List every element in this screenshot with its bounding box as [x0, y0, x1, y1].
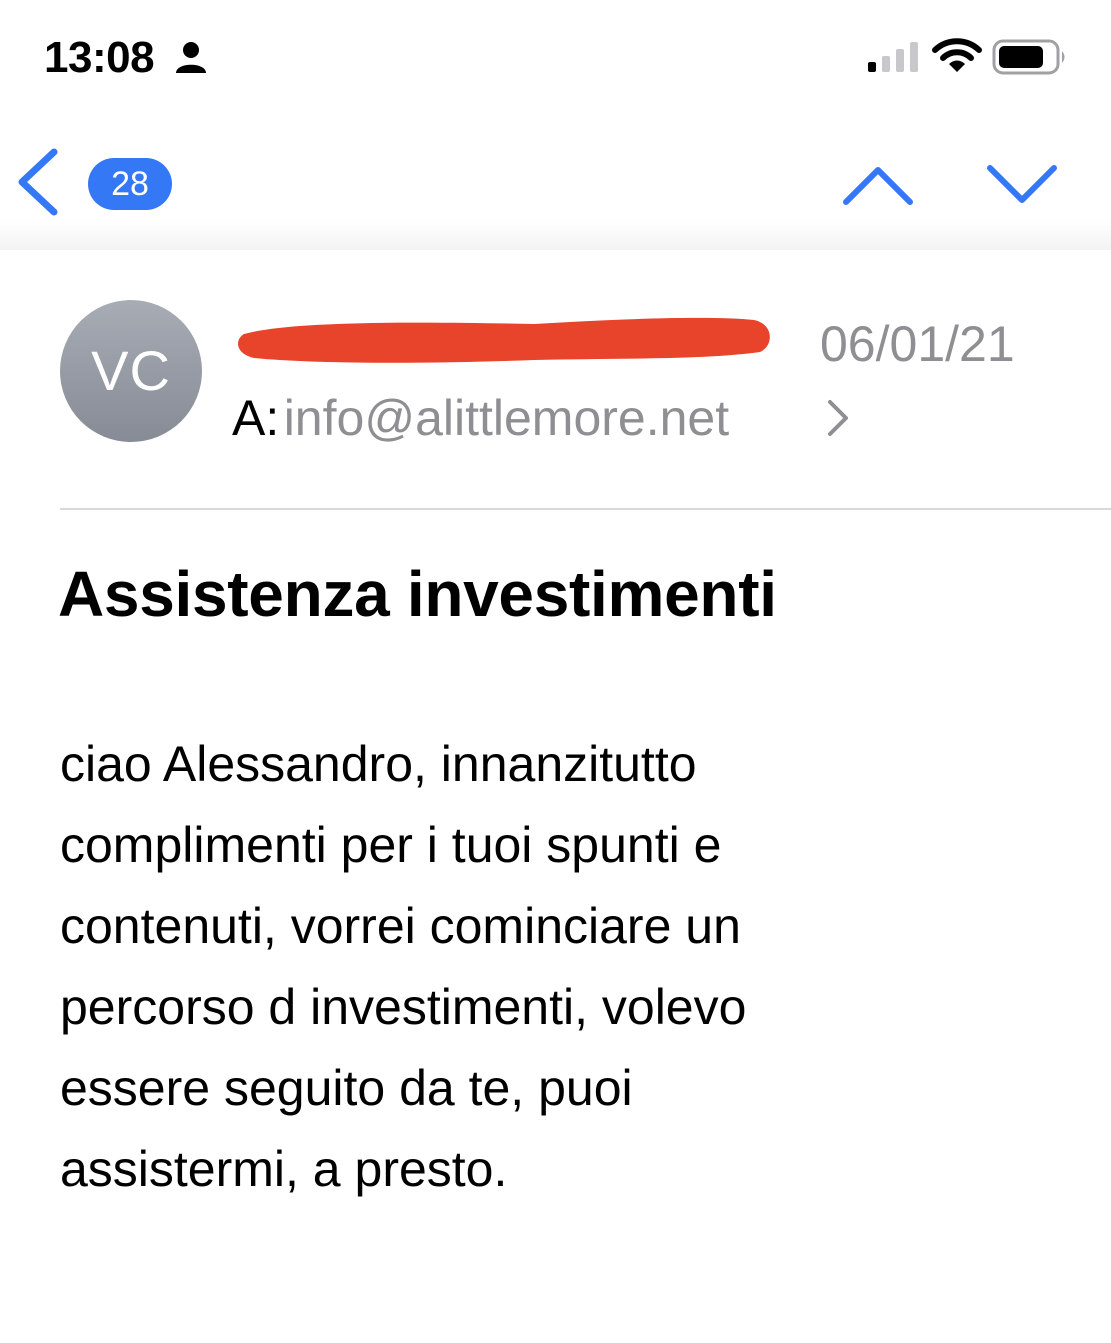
redaction-mark [238, 317, 770, 363]
body-line: percorso d investimenti, volevo [60, 979, 747, 1035]
email-date: 06/01/21 [820, 316, 1015, 372]
battery-icon [992, 39, 1065, 75]
nav-bar: 28 [0, 118, 1111, 250]
recipient-address[interactable]: info@alittlemore.net [284, 390, 729, 446]
status-time: 13:08 [44, 33, 155, 82]
recipient-row[interactable]: A: info@alittlemore.net [232, 388, 729, 448]
avatar[interactable]: VC [60, 300, 202, 442]
unread-count-badge[interactable]: 28 [88, 158, 172, 210]
body-line: contenuti, vorrei cominciare un [60, 898, 741, 954]
divider [60, 508, 1111, 510]
recipient-prefix: A: [232, 390, 280, 446]
body-line: essere seguito da te, puoi [60, 1060, 633, 1116]
signal-icon [868, 42, 918, 72]
body-line: assistermi, a presto. [60, 1141, 508, 1197]
chevron-up-icon[interactable] [840, 158, 916, 210]
email-subject: Assistenza investimenti [58, 558, 777, 630]
body-line: ciao Alessandro, innanzitutto [60, 736, 697, 792]
email-body: ciao Alessandro, innanzitutto compliment… [60, 724, 1060, 1210]
wifi-icon [932, 38, 982, 72]
person-icon [176, 42, 206, 73]
chevron-left-icon[interactable] [10, 142, 70, 222]
body-line: complimenti per i tuoi spunti e [60, 817, 722, 873]
chevron-down-icon[interactable] [984, 158, 1060, 210]
chevron-right-icon[interactable] [826, 398, 850, 438]
status-bar: 13:08 [0, 0, 1111, 118]
